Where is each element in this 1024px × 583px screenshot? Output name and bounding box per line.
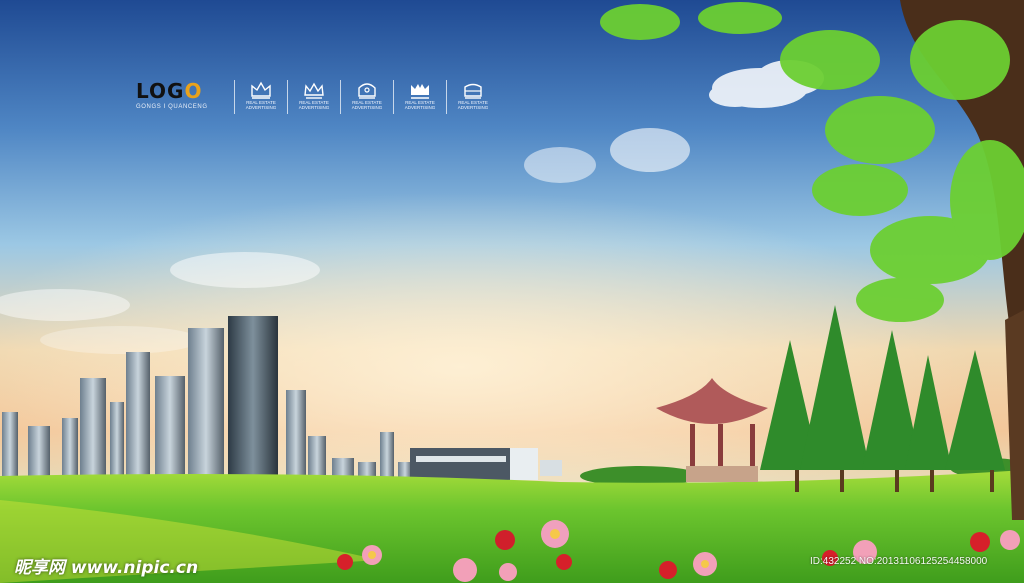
divider — [287, 80, 288, 114]
badge-2: REAL ESTATE ADVERTISING — [294, 80, 334, 110]
divider — [446, 80, 447, 114]
crown-icon — [251, 81, 271, 99]
watermark-right: ID:432252 NO:20131106125254458000 — [810, 556, 988, 567]
divider — [234, 80, 235, 114]
badge-3: REAL ESTATE ADVERTISING — [347, 80, 387, 110]
badge-text-bottom: ADVERTISING — [351, 105, 383, 110]
crown-icon — [304, 82, 324, 99]
divider — [340, 80, 341, 114]
badge-text-bottom: ADVERTISING — [245, 105, 277, 110]
company-logo: LOGO GONGS I QUANCENG — [136, 80, 228, 112]
logo-bar: LOGO GONGS I QUANCENG REAL ESTATE ADVERT… — [136, 80, 493, 120]
badge-4: REAL ESTATE ADVERTISING — [400, 80, 440, 110]
badge-1: REAL ESTATE ADVERTISING — [241, 80, 281, 110]
crown-icon — [464, 83, 482, 99]
watermark-left: 昵享网 www.nipic.cn — [14, 558, 199, 578]
badge-text-bottom: ADVERTISING — [457, 105, 489, 110]
crown-icon — [358, 83, 376, 99]
logo-subtitle: GONGS I QUANCENG — [136, 104, 208, 110]
divider — [393, 80, 394, 114]
badge-text-bottom: ADVERTISING — [404, 105, 436, 110]
logo-title: LOGO — [136, 79, 203, 103]
badge-text-bottom: ADVERTISING — [298, 105, 330, 110]
crown-icon — [411, 84, 429, 99]
badge-5: REAL ESTATE ADVERTISING — [453, 80, 493, 110]
